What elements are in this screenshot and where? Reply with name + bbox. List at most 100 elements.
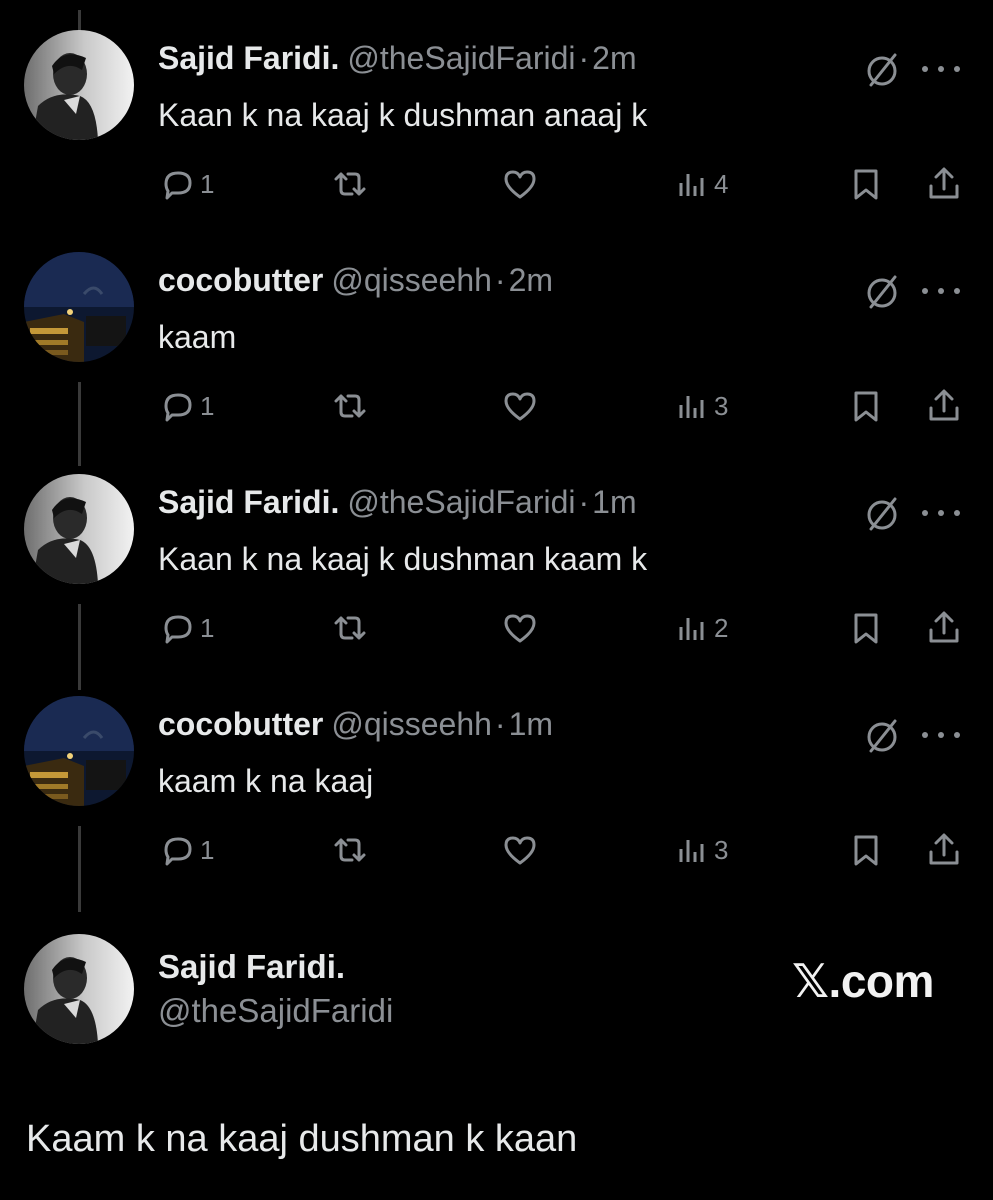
author-name[interactable]: Sajid Faridi. (158, 40, 339, 76)
reply-button[interactable]: 1 (158, 386, 214, 426)
dot-separator: · (494, 262, 506, 298)
tweet[interactable]: cocobutter@qisseehh·1m kaam k na kaaj 1 (0, 666, 993, 888)
grok-icon[interactable] (862, 272, 902, 312)
retweet-icon (334, 616, 366, 640)
reply-icon (164, 171, 192, 200)
reply-button[interactable]: 1 (158, 608, 214, 648)
reply-icon (164, 837, 192, 866)
reply-count: 1 (200, 390, 215, 421)
reply-count: 1 (200, 834, 215, 865)
repost-button[interactable] (330, 164, 370, 204)
reply-count: 1 (200, 612, 215, 643)
retweet-icon (334, 394, 366, 418)
share-icon (929, 389, 959, 421)
views-icon (679, 618, 704, 640)
more-icon[interactable] (918, 284, 964, 298)
tweet-header: Sajid Faridi. @theSajidFaridi·2m (158, 38, 637, 78)
views-button[interactable]: 3 (672, 386, 728, 426)
grok-icon[interactable] (862, 716, 902, 756)
dot-separator: · (494, 706, 506, 742)
bookmark-button[interactable] (846, 164, 886, 204)
share-icon (929, 611, 959, 643)
share-button[interactable] (924, 386, 964, 426)
repost-button[interactable] (330, 830, 370, 870)
share-icon (929, 167, 959, 199)
avatar[interactable] (24, 474, 134, 584)
author-handle[interactable]: @qisseehh (331, 262, 492, 298)
tweet[interactable]: cocobutter @qisseehh·2m kaam 1 3 (0, 222, 993, 444)
author-name[interactable]: cocobutter (158, 262, 323, 298)
action-bar: 1 4 (0, 160, 993, 208)
tweet-text: Kaan k na kaaj k dushman anaaj k (158, 97, 648, 133)
more-icon[interactable] (918, 728, 964, 742)
avatar-photo (24, 30, 134, 140)
like-icon (504, 836, 536, 865)
avatar-photo (24, 696, 134, 806)
bookmark-icon (854, 391, 878, 422)
tweet-time[interactable]: 2m (509, 262, 553, 298)
view-count: 4 (714, 168, 729, 199)
like-button[interactable] (500, 830, 540, 870)
repost-button[interactable] (330, 608, 370, 648)
x-brand-logo: 𝕏.com (792, 955, 934, 1007)
views-icon (679, 840, 704, 862)
share-button[interactable] (924, 608, 964, 648)
views-icon (679, 174, 704, 196)
repost-button[interactable] (330, 386, 370, 426)
dot-separator: · (578, 40, 590, 76)
author-handle[interactable]: @theSajidFaridi (347, 484, 575, 520)
dot-separator: · (578, 484, 590, 520)
more-icon[interactable] (918, 62, 964, 76)
like-button[interactable] (500, 608, 540, 648)
profile-name[interactable]: Sajid Faridi. (158, 948, 345, 986)
reply-button[interactable]: 1 (158, 164, 214, 204)
screenshot: Sajid Faridi. @theSajidFaridi·2m Kaan k n… (0, 0, 993, 1200)
tweet[interactable]: Sajid Faridi. @theSajidFaridi·1m Kaan k n… (0, 444, 993, 666)
tweet-header: cocobutter @qisseehh·1m (158, 704, 553, 744)
views-button[interactable]: 4 (672, 164, 728, 204)
action-bar: 1 3 (0, 382, 993, 430)
like-icon (504, 170, 536, 199)
retweet-icon (334, 172, 366, 196)
reply-button[interactable]: 1 (158, 830, 214, 870)
tweet-time[interactable]: 1m (509, 706, 553, 742)
like-icon (504, 614, 536, 643)
avatar[interactable] (24, 30, 134, 140)
avatar[interactable] (24, 934, 134, 1044)
avatar[interactable] (24, 252, 134, 362)
author-handle[interactable]: @theSajidFaridi (347, 40, 575, 76)
views-button[interactable]: 3 (672, 830, 728, 870)
bookmark-icon (854, 835, 878, 866)
like-button[interactable] (500, 386, 540, 426)
bookmark-button[interactable] (846, 386, 886, 426)
share-button[interactable] (924, 164, 964, 204)
views-button[interactable]: 2 (672, 608, 728, 648)
tweet-time[interactable]: 1m (592, 484, 636, 520)
author-name[interactable]: Sajid Faridi. (158, 484, 339, 520)
author-name[interactable]: cocobutter (158, 706, 323, 742)
avatar-photo (24, 934, 134, 1044)
bookmark-button[interactable] (846, 830, 886, 870)
tweet[interactable]: Sajid Faridi. @theSajidFaridi·2m Kaan k n… (0, 0, 993, 222)
caption-text: Kaam k na kaaj dushman k kaan (26, 1118, 578, 1160)
action-bar: 1 3 (0, 826, 993, 874)
author-handle[interactable]: @qisseehh (331, 706, 492, 742)
tweet-time[interactable]: 2m (592, 40, 636, 76)
reply-count: 1 (200, 168, 215, 199)
grok-icon[interactable] (862, 494, 902, 534)
bookmark-button[interactable] (846, 608, 886, 648)
avatar-photo (24, 474, 134, 584)
tweet-header: cocobutter @qisseehh·2m (158, 260, 553, 300)
more-icon[interactable] (918, 506, 964, 520)
profile-handle[interactable]: @theSajidFaridi (158, 992, 393, 1030)
reply-icon (164, 393, 192, 422)
like-button[interactable] (500, 164, 540, 204)
views-icon (679, 396, 704, 418)
avatar[interactable] (24, 696, 134, 806)
grok-icon[interactable] (862, 50, 902, 90)
tweet-text: kaam (158, 319, 237, 355)
tweet-header: Sajid Faridi. @theSajidFaridi·1m (158, 482, 637, 522)
share-icon (929, 833, 959, 865)
share-button[interactable] (924, 830, 964, 870)
avatar-photo (24, 252, 134, 362)
